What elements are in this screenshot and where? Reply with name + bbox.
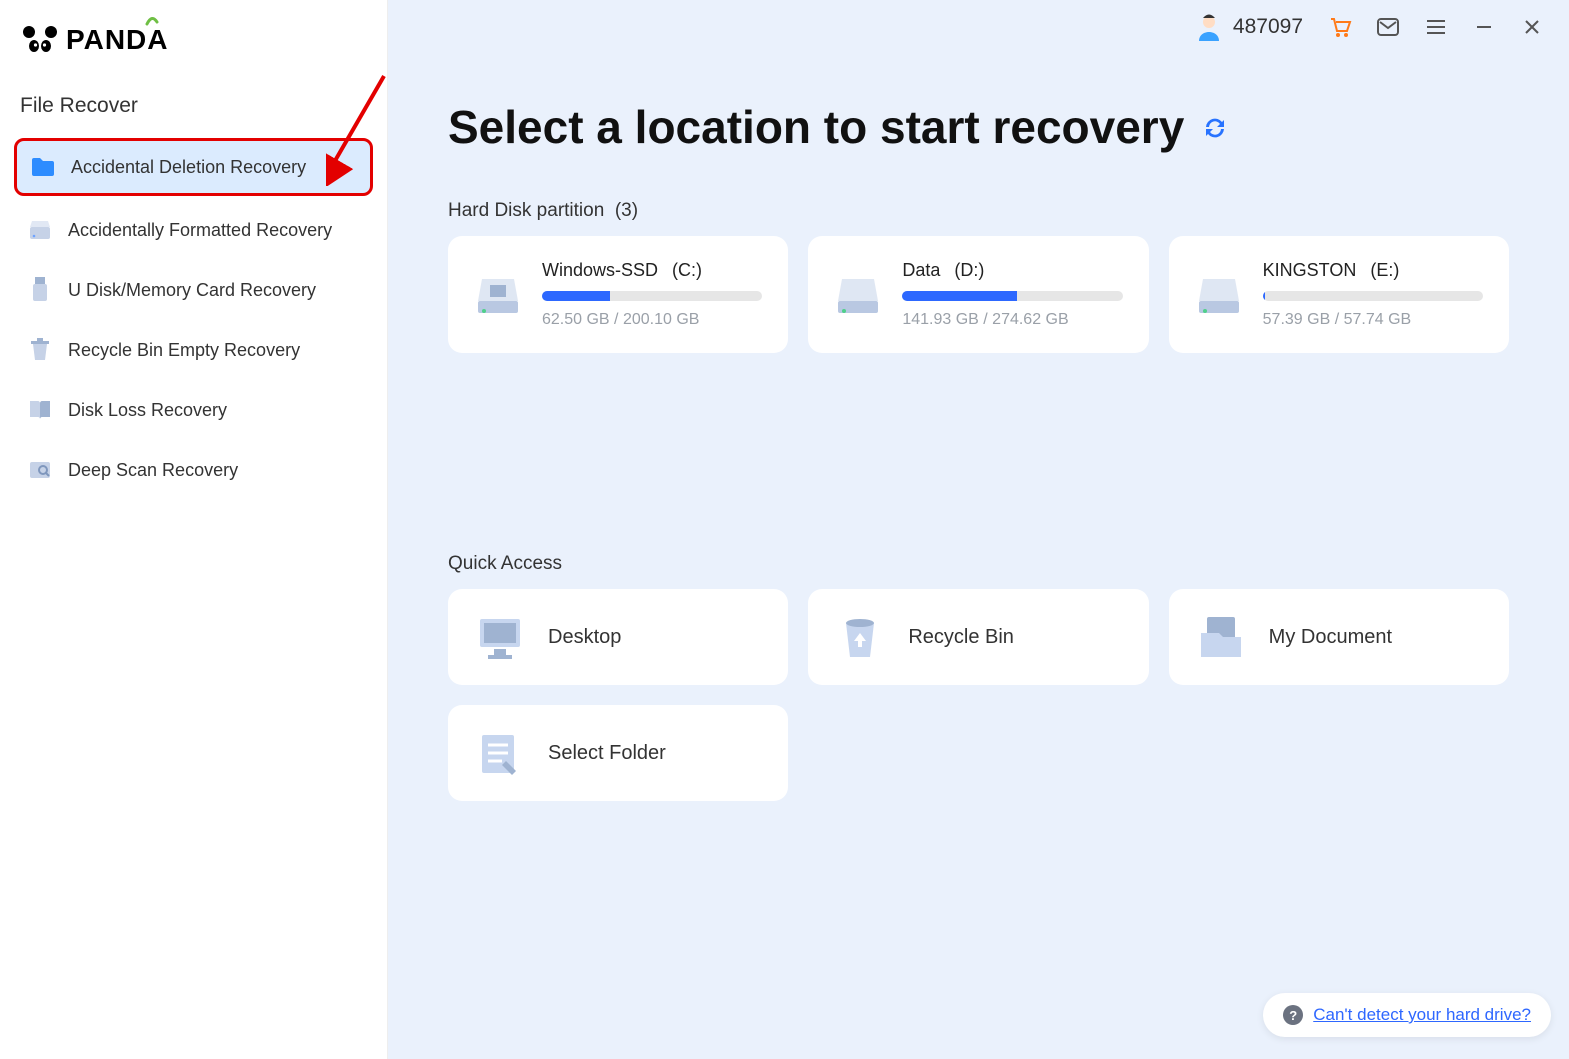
user-id: 487097 [1233, 15, 1303, 39]
recycle-icon [834, 611, 886, 663]
partition-letter: (D:) [954, 260, 984, 281]
close-icon[interactable] [1517, 12, 1547, 42]
progress-bar [542, 291, 762, 301]
panda-face-icon [22, 25, 58, 55]
sidebar-item-label: U Disk/Memory Card Recovery [68, 280, 316, 301]
mail-icon[interactable] [1373, 12, 1403, 42]
folder-pick-icon [474, 727, 526, 779]
partition-letter: (C:) [672, 260, 702, 281]
sidebar-item-label: Deep Scan Recovery [68, 460, 238, 481]
quick-label: Recycle Bin [908, 626, 1014, 649]
sidebar-item-label: Recycle Bin Empty Recovery [68, 340, 300, 361]
sidebar: PANDA File Recover Accidental Deletion R… [0, 0, 388, 1059]
disk-icon [1195, 271, 1243, 319]
quick-row: Desktop Recycle Bin My Document [448, 589, 1509, 685]
quick-label: Desktop [548, 626, 621, 649]
desktop-icon [474, 611, 526, 663]
quick-label: Select Folder [548, 742, 666, 765]
progress-bar [902, 291, 1122, 301]
partitions-label: Hard Disk partition (3) [448, 200, 1509, 222]
partitions-row: Windows-SSD (C:) 62.50 GB / 200.10 GB Da… [448, 236, 1509, 353]
usb-icon [26, 278, 54, 302]
quick-card-desktop[interactable]: Desktop [448, 589, 788, 685]
sidebar-item-label: Disk Loss Recovery [68, 400, 227, 421]
partition-card-e[interactable]: KINGSTON (E:) 57.39 GB / 57.74 GB [1169, 236, 1509, 353]
refresh-icon[interactable] [1200, 100, 1230, 154]
brand-text: PANDA [66, 24, 169, 56]
sidebar-list: Accidental Deletion Recovery Accidentall… [0, 138, 387, 496]
partition-card-d[interactable]: Data (D:) 141.93 GB / 274.62 GB [808, 236, 1148, 353]
sidebar-item-label: Accidental Deletion Recovery [71, 157, 306, 178]
partition-name: Data [902, 260, 940, 281]
quick-card-recycle[interactable]: Recycle Bin [808, 589, 1148, 685]
book-icon [26, 398, 54, 422]
folder-icon [29, 155, 57, 179]
scan-icon [26, 458, 54, 482]
partition-size: 57.39 GB / 57.74 GB [1263, 311, 1483, 329]
sidebar-item-usb[interactable]: U Disk/Memory Card Recovery [14, 264, 373, 316]
sidebar-item-accidental-deletion[interactable]: Accidental Deletion Recovery [14, 138, 373, 196]
disk-icon [474, 271, 522, 319]
page-title: Select a location to start recovery [448, 100, 1509, 154]
quick-access-label: Quick Access [448, 553, 1509, 575]
sidebar-item-deep-scan[interactable]: Deep Scan Recovery [14, 444, 373, 496]
help-bubble[interactable]: ? Can't detect your hard drive? [1263, 993, 1551, 1037]
partition-size: 62.50 GB / 200.10 GB [542, 311, 762, 329]
sidebar-item-label: Accidentally Formatted Recovery [68, 220, 332, 241]
trash-icon [26, 338, 54, 362]
menu-icon[interactable] [1421, 12, 1451, 42]
partition-card-c[interactable]: Windows-SSD (C:) 62.50 GB / 200.10 GB [448, 236, 788, 353]
quick-card-select-folder[interactable]: Select Folder [448, 705, 788, 801]
minimize-icon[interactable] [1469, 12, 1499, 42]
document-icon [1195, 611, 1247, 663]
cart-icon[interactable] [1325, 12, 1355, 42]
sidebar-item-disk-loss[interactable]: Disk Loss Recovery [14, 384, 373, 436]
avatar-icon[interactable] [1195, 13, 1223, 41]
partition-size: 141.93 GB / 274.62 GB [902, 311, 1122, 329]
help-link[interactable]: Can't detect your hard drive? [1313, 1005, 1531, 1025]
sidebar-item-formatted[interactable]: Accidentally Formatted Recovery [14, 204, 373, 256]
main: 487097 Select a location to start recove… [388, 0, 1569, 1059]
brand-logo: PANDA [0, 10, 387, 84]
partition-letter: (E:) [1370, 260, 1399, 281]
quick-label: My Document [1269, 626, 1392, 649]
titlebar: 487097 [388, 0, 1569, 54]
partition-name: KINGSTON [1263, 260, 1357, 281]
help-icon: ? [1283, 1005, 1303, 1025]
disk-icon [834, 271, 882, 319]
sidebar-item-recycle[interactable]: Recycle Bin Empty Recovery [14, 324, 373, 376]
page-title-text: Select a location to start recovery [448, 100, 1184, 154]
progress-bar [1263, 291, 1483, 301]
drive-icon [26, 218, 54, 242]
sidebar-heading: File Recover [0, 84, 387, 138]
partition-name: Windows-SSD [542, 260, 658, 281]
quick-card-document[interactable]: My Document [1169, 589, 1509, 685]
